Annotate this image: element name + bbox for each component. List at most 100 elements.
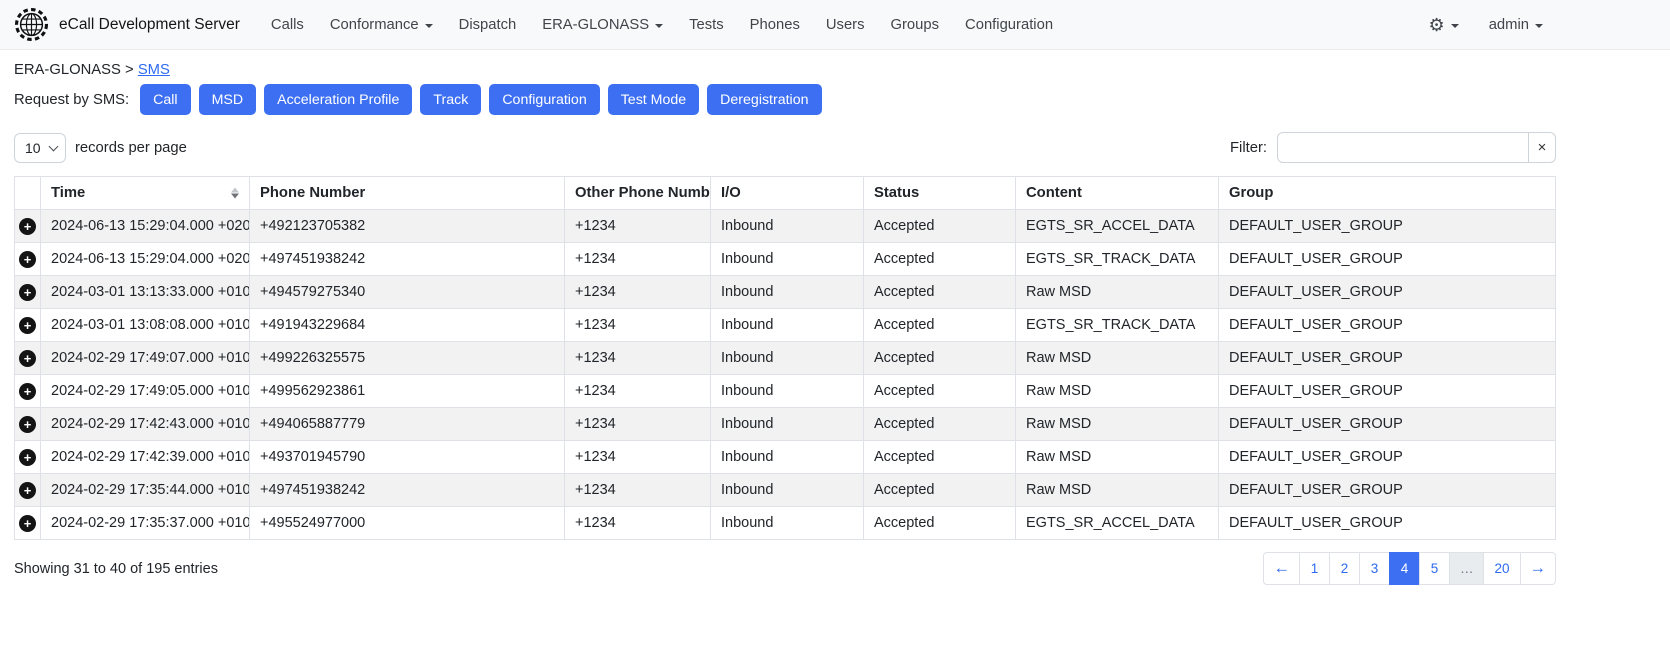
sms-table: Time Phone Number Other Phone Number I/O… <box>14 176 1556 540</box>
nav-item-users[interactable]: Users <box>813 9 878 41</box>
cell-phone: +492123705382 <box>250 210 565 243</box>
nav-item-label: ERA-GLONASS <box>542 17 649 33</box>
cell-content: Raw MSD <box>1016 342 1219 375</box>
col-header-status[interactable]: Status <box>864 177 1016 210</box>
expand-row-icon[interactable]: + <box>19 218 36 235</box>
settings-menu[interactable]: ⚙ <box>1427 8 1461 42</box>
request-sms-deregistration-button[interactable]: Deregistration <box>707 84 821 115</box>
request-sms-msd-button[interactable]: MSD <box>199 84 257 115</box>
pagination-page-3-button[interactable]: 3 <box>1359 552 1390 585</box>
sms-table-body: +2024-06-13 15:29:04.000 +0200+492123705… <box>15 210 1556 540</box>
filter-input[interactable] <box>1277 132 1529 163</box>
nav-item-label: Dispatch <box>459 17 517 33</box>
records-per-page-label: records per page <box>75 140 187 156</box>
expand-row-icon[interactable]: + <box>19 350 36 367</box>
breadcrumb-separator: > <box>125 62 134 78</box>
col-header-time[interactable]: Time <box>41 177 250 210</box>
cell-group: DEFAULT_USER_GROUP <box>1219 276 1556 309</box>
brand[interactable]: eCall Development Server <box>14 7 240 42</box>
request-sms-track-button[interactable]: Track <box>420 84 481 115</box>
nav-item-label: Tests <box>689 17 724 33</box>
nav-item-dispatch[interactable]: Dispatch <box>446 9 530 41</box>
nav-item-conformance[interactable]: Conformance <box>317 9 446 41</box>
cell-group: DEFAULT_USER_GROUP <box>1219 210 1556 243</box>
clear-filter-button[interactable]: × <box>1528 132 1556 163</box>
expand-cell: + <box>15 309 41 342</box>
expand-row-icon[interactable]: + <box>19 449 36 466</box>
table-row: +2024-03-01 13:13:33.000 +0100+494579275… <box>15 276 1556 309</box>
cell-status: Accepted <box>864 507 1016 540</box>
cell-content: Raw MSD <box>1016 474 1219 507</box>
col-header-group[interactable]: Group <box>1219 177 1556 210</box>
pagination-page-5-button[interactable]: 5 <box>1419 552 1450 585</box>
table-row: +2024-02-29 17:49:05.000 +0100+499562923… <box>15 375 1556 408</box>
nav-item-label: Phones <box>750 17 800 33</box>
cell-status: Accepted <box>864 408 1016 441</box>
pagination-prev-button[interactable]: ← <box>1263 552 1300 585</box>
sms-table-wrap: Time Phone Number Other Phone Number I/O… <box>14 176 1556 540</box>
user-menu[interactable]: admin <box>1487 9 1545 41</box>
cell-phone: +493701945790 <box>250 441 565 474</box>
expand-cell: + <box>15 507 41 540</box>
table-row: +2024-03-01 13:08:08.000 +0100+491943229… <box>15 309 1556 342</box>
cell-status: Accepted <box>864 342 1016 375</box>
table-row: +2024-06-13 15:29:04.000 +0200+492123705… <box>15 210 1556 243</box>
request-sms-test-mode-button[interactable]: Test Mode <box>608 84 699 115</box>
nav-item-era-glonass[interactable]: ERA-GLONASS <box>529 9 676 41</box>
nav-item-calls[interactable]: Calls <box>258 9 317 41</box>
filter-label: Filter: <box>1230 140 1267 156</box>
request-sms-call-button[interactable]: Call <box>140 84 190 115</box>
cell-group: DEFAULT_USER_GROUP <box>1219 408 1556 441</box>
nav-item-groups[interactable]: Groups <box>878 9 953 41</box>
cell-other-phone: +1234 <box>565 375 711 408</box>
pagination-page-1-button[interactable]: 1 <box>1299 552 1330 585</box>
chevron-down-icon <box>1535 24 1543 28</box>
chevron-down-icon <box>425 24 433 28</box>
pagination-next-button[interactable]: → <box>1520 552 1557 585</box>
breadcrumb-current-link[interactable]: SMS <box>138 62 170 78</box>
nav-item-configuration[interactable]: Configuration <box>952 9 1066 41</box>
filter-controls: Filter: × <box>1230 132 1556 163</box>
cell-other-phone: +1234 <box>565 342 711 375</box>
cell-time: 2024-02-29 17:42:43.000 +0100 <box>41 408 250 441</box>
cell-phone: +497451938242 <box>250 474 565 507</box>
request-bar: Request by SMS: Call MSDAcceleration Prof… <box>0 84 1670 115</box>
col-header-content[interactable]: Content <box>1016 177 1219 210</box>
cell-status: Accepted <box>864 441 1016 474</box>
cell-time: 2024-02-29 17:35:44.000 +0100 <box>41 474 250 507</box>
pagination-page-4-button[interactable]: 4 <box>1389 552 1420 585</box>
pagination-page-20-button[interactable]: 20 <box>1483 552 1520 585</box>
cell-status: Accepted <box>864 474 1016 507</box>
breadcrumb: ERA-GLONASS > SMS <box>0 50 1670 78</box>
expand-row-icon[interactable]: + <box>19 251 36 268</box>
expand-row-icon[interactable]: + <box>19 284 36 301</box>
request-sms-configuration-button[interactable]: Configuration <box>489 84 599 115</box>
expand-row-icon[interactable]: + <box>19 317 36 334</box>
expand-cell: + <box>15 342 41 375</box>
cell-io: Inbound <box>711 342 864 375</box>
breadcrumb-parent: ERA-GLONASS <box>14 62 121 78</box>
nav-item-phones[interactable]: Phones <box>737 9 813 41</box>
request-sms-acceleration-profile-button[interactable]: Acceleration Profile <box>264 84 412 115</box>
page-size-select[interactable]: 10 <box>14 133 66 163</box>
nav-item-tests[interactable]: Tests <box>676 9 737 41</box>
request-bar-label: Request by SMS: <box>14 92 129 108</box>
cell-time: 2024-06-13 15:29:04.000 +0200 <box>41 243 250 276</box>
expand-row-icon[interactable]: + <box>19 482 36 499</box>
expand-row-icon[interactable]: + <box>19 515 36 532</box>
chevron-down-icon <box>1451 24 1459 28</box>
pagination-page-2-button[interactable]: 2 <box>1329 552 1360 585</box>
cell-other-phone: +1234 <box>565 441 711 474</box>
col-header-other-phone-number[interactable]: Other Phone Number <box>565 177 711 210</box>
expand-row-icon[interactable]: + <box>19 383 36 400</box>
cell-phone: +495524977000 <box>250 507 565 540</box>
col-header-phone-number[interactable]: Phone Number <box>250 177 565 210</box>
showing-entries-text: Showing 31 to 40 of 195 entries <box>14 561 218 577</box>
expand-row-icon[interactable]: + <box>19 416 36 433</box>
cell-content: EGTS_SR_TRACK_DATA <box>1016 309 1219 342</box>
gear-icon: ⚙ <box>1429 16 1445 34</box>
cell-status: Accepted <box>864 375 1016 408</box>
cell-other-phone: +1234 <box>565 210 711 243</box>
col-header-io[interactable]: I/O <box>711 177 864 210</box>
col-header-time-label: Time <box>51 185 85 201</box>
